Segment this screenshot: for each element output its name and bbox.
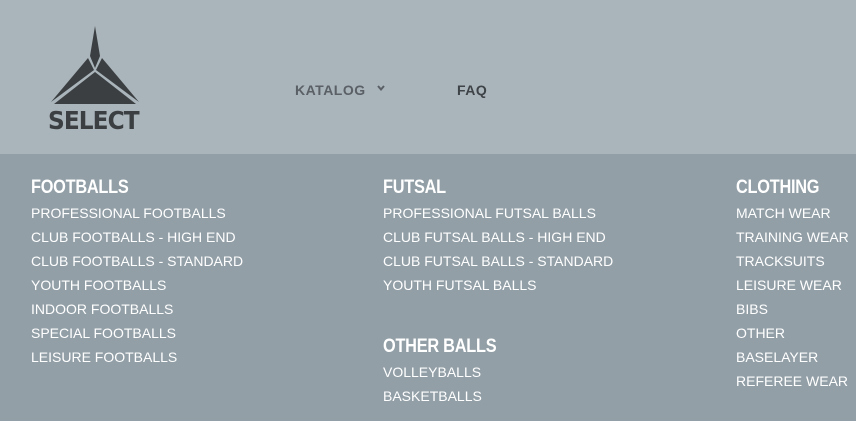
menu-item[interactable]: CLUB FOOTBALLS - STANDARD	[31, 253, 243, 277]
site-header: SELECT KATALOG FAQ	[0, 0, 856, 154]
menu-column-futsal: FUTSAL PROFESSIONAL FUTSAL BALLS CLUB FU…	[383, 176, 613, 412]
menu-item[interactable]: REFEREE WEAR	[736, 373, 849, 397]
menu-heading-other-balls[interactable]: OTHER BALLS	[383, 335, 581, 359]
menu-item[interactable]: OTHER	[736, 325, 849, 349]
menu-list-other-balls: VOLLEYBALLS BASKETBALLS	[383, 364, 613, 412]
menu-item[interactable]: CLUB FUTSAL BALLS - HIGH END	[383, 229, 613, 253]
menu-heading-footballs[interactable]: FOOTBALLS	[31, 176, 213, 200]
menu-item[interactable]: TRAINING WEAR	[736, 229, 849, 253]
nav-katalog[interactable]: KATALOG	[295, 82, 366, 98]
menu-item[interactable]: MATCH WEAR	[736, 205, 849, 229]
menu-item[interactable]: PROFESSIONAL FOOTBALLS	[31, 205, 243, 229]
menu-item[interactable]: INDOOR FOOTBALLS	[31, 301, 243, 325]
menu-list-clothing: MATCH WEAR TRAINING WEAR TRACKSUITS LEIS…	[736, 205, 849, 397]
menu-list-futsal: PROFESSIONAL FUTSAL BALLS CLUB FUTSAL BA…	[383, 205, 613, 301]
menu-item[interactable]: BIBS	[736, 301, 849, 325]
menu-item[interactable]: LEISURE FOOTBALLS	[31, 349, 243, 373]
menu-item[interactable]: VOLLEYBALLS	[383, 364, 613, 388]
menu-column-clothing: CLOTHING MATCH WEAR TRAINING WEAR TRACKS…	[736, 176, 849, 397]
menu-column-footballs: FOOTBALLS PROFESSIONAL FOOTBALLS CLUB FO…	[31, 176, 243, 373]
menu-item[interactable]: YOUTH FOOTBALLS	[31, 277, 243, 301]
select-logo[interactable]: SELECT	[46, 26, 144, 136]
menu-item[interactable]: PROFESSIONAL FUTSAL BALLS	[383, 205, 613, 229]
chevron-down-icon[interactable]	[377, 83, 385, 93]
menu-heading-clothing[interactable]: CLOTHING	[736, 176, 833, 200]
menu-item[interactable]: LEISURE WEAR	[736, 277, 849, 301]
nav-faq[interactable]: FAQ	[457, 82, 487, 98]
menu-item[interactable]: YOUTH FUTSAL BALLS	[383, 277, 613, 301]
logo-text: SELECT	[48, 106, 140, 135]
menu-item[interactable]: SPECIAL FOOTBALLS	[31, 325, 243, 349]
menu-item[interactable]: BASELAYER	[736, 349, 849, 373]
menu-item[interactable]: CLUB FUTSAL BALLS - STANDARD	[383, 253, 613, 277]
menu-item[interactable]: CLUB FOOTBALLS - HIGH END	[31, 229, 243, 253]
menu-item[interactable]: BASKETBALLS	[383, 388, 613, 412]
katalog-mega-menu: FOOTBALLS PROFESSIONAL FOOTBALLS CLUB FO…	[0, 154, 856, 421]
select-triangle-logo-icon	[51, 26, 139, 104]
menu-item[interactable]: TRACKSUITS	[736, 253, 849, 277]
menu-list-footballs: PROFESSIONAL FOOTBALLS CLUB FOOTBALLS - …	[31, 205, 243, 373]
menu-heading-futsal[interactable]: FUTSAL	[383, 176, 581, 200]
